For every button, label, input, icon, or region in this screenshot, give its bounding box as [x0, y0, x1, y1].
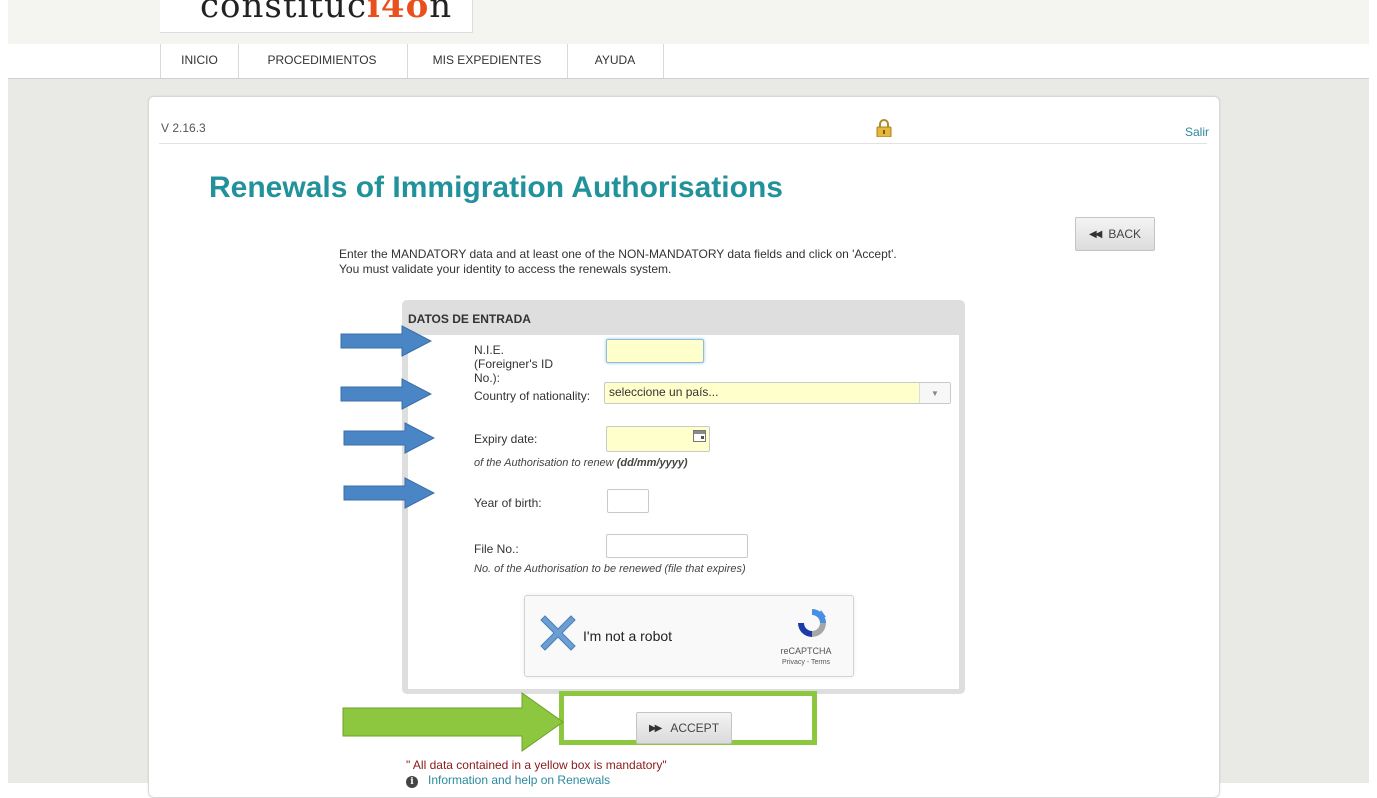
nav-inicio[interactable]: INICIO: [160, 44, 239, 78]
expiry-date-label: Expiry date:: [474, 432, 538, 446]
logout-link[interactable]: Salir: [1185, 125, 1209, 139]
help-link-label: Information and help on Renewals: [428, 773, 611, 787]
country-select[interactable]: seleccione un país... ▼: [604, 382, 951, 404]
file-no-note: No. of the Authorisation to be renewed (…: [474, 563, 746, 575]
expiry-date-input[interactable]: [606, 426, 710, 452]
accept-button-label: ACCEPT: [670, 721, 720, 735]
recaptcha-logo-icon: [798, 609, 826, 637]
captcha-checkbox-cross-icon[interactable]: [537, 612, 579, 654]
blue-arrow-annotation-birth-year: [343, 477, 435, 509]
nav-procedimientos[interactable]: PROCEDIMIENTOS: [237, 44, 408, 78]
intro-line-2: You must validate your identity to acces…: [339, 262, 672, 276]
help-link[interactable]: i Information and help on Renewals: [406, 773, 610, 788]
recaptcha-privacy-terms[interactable]: Privacy - Terms: [767, 659, 845, 666]
birth-year-input[interactable]: [607, 489, 649, 513]
logo-text: constituci4on: [200, 0, 453, 26]
recaptcha-brand: reCAPTCHA: [780, 646, 832, 656]
double-chevron-right-icon: ▶▶: [648, 722, 662, 734]
calendar-icon[interactable]: [693, 430, 706, 442]
country-select-value: seleccione un país...: [609, 385, 719, 399]
nav-ayuda[interactable]: AYUDA: [567, 44, 664, 78]
intro-text: Enter the MANDATORY data and at least on…: [339, 247, 897, 277]
expiry-date-note: of the Authorisation to renew (dd/mm/yyy…: [474, 457, 688, 469]
blue-arrow-annotation-nie: [340, 325, 432, 357]
captcha-label: I'm not a robot: [583, 628, 673, 644]
back-button-label: BACK: [1108, 227, 1142, 241]
recaptcha-widget: I'm not a robot reCAPTCHA Privacy - Term…: [524, 595, 854, 677]
dropdown-arrow-icon: ▼: [919, 383, 950, 403]
info-icon: i: [406, 776, 418, 788]
expiry-date-format: (dd/mm/yyyy): [616, 457, 688, 469]
blue-arrow-annotation-expiry: [343, 422, 435, 454]
back-button[interactable]: ◀◀ BACK: [1075, 217, 1155, 251]
country-label: Country of nationality:: [474, 389, 591, 403]
accept-button[interactable]: ▶▶ ACCEPT: [636, 712, 732, 744]
panel-title: DATOS DE ENTRADA: [408, 312, 531, 326]
mandatory-note: " All data contained in a yellow box is …: [406, 758, 667, 772]
nie-input[interactable]: [606, 339, 704, 363]
logo[interactable]: constituci4on: [160, 0, 473, 33]
double-chevron-left-icon: ◀◀: [1088, 228, 1102, 240]
nie-label: N.I.E. (Foreigner's ID No.):: [474, 343, 553, 385]
birth-year-label: Year of birth:: [474, 496, 542, 510]
version-label: V 2.16.3: [161, 121, 206, 135]
panel-body: N.I.E. (Foreigner's ID No.): Country of …: [408, 335, 959, 689]
blue-arrow-annotation-country: [340, 378, 432, 410]
file-no-input[interactable]: [606, 534, 748, 558]
header-divider: [159, 143, 1207, 144]
main-nav: INICIO PROCEDIMIENTOS MIS EXPEDIENTES AY…: [8, 44, 1369, 79]
lock-icon: [876, 119, 892, 137]
page-title: Renewals of Immigration Authorisations: [209, 171, 783, 204]
file-no-label: File No.:: [474, 542, 519, 556]
nav-mis-expedientes[interactable]: MIS EXPEDIENTES: [407, 44, 568, 78]
intro-line-1: Enter the MANDATORY data and at least on…: [339, 247, 897, 261]
input-data-panel: DATOS DE ENTRADA N.I.E. (Foreigner's ID …: [402, 300, 965, 694]
green-arrow-annotation-accept: [342, 692, 564, 752]
